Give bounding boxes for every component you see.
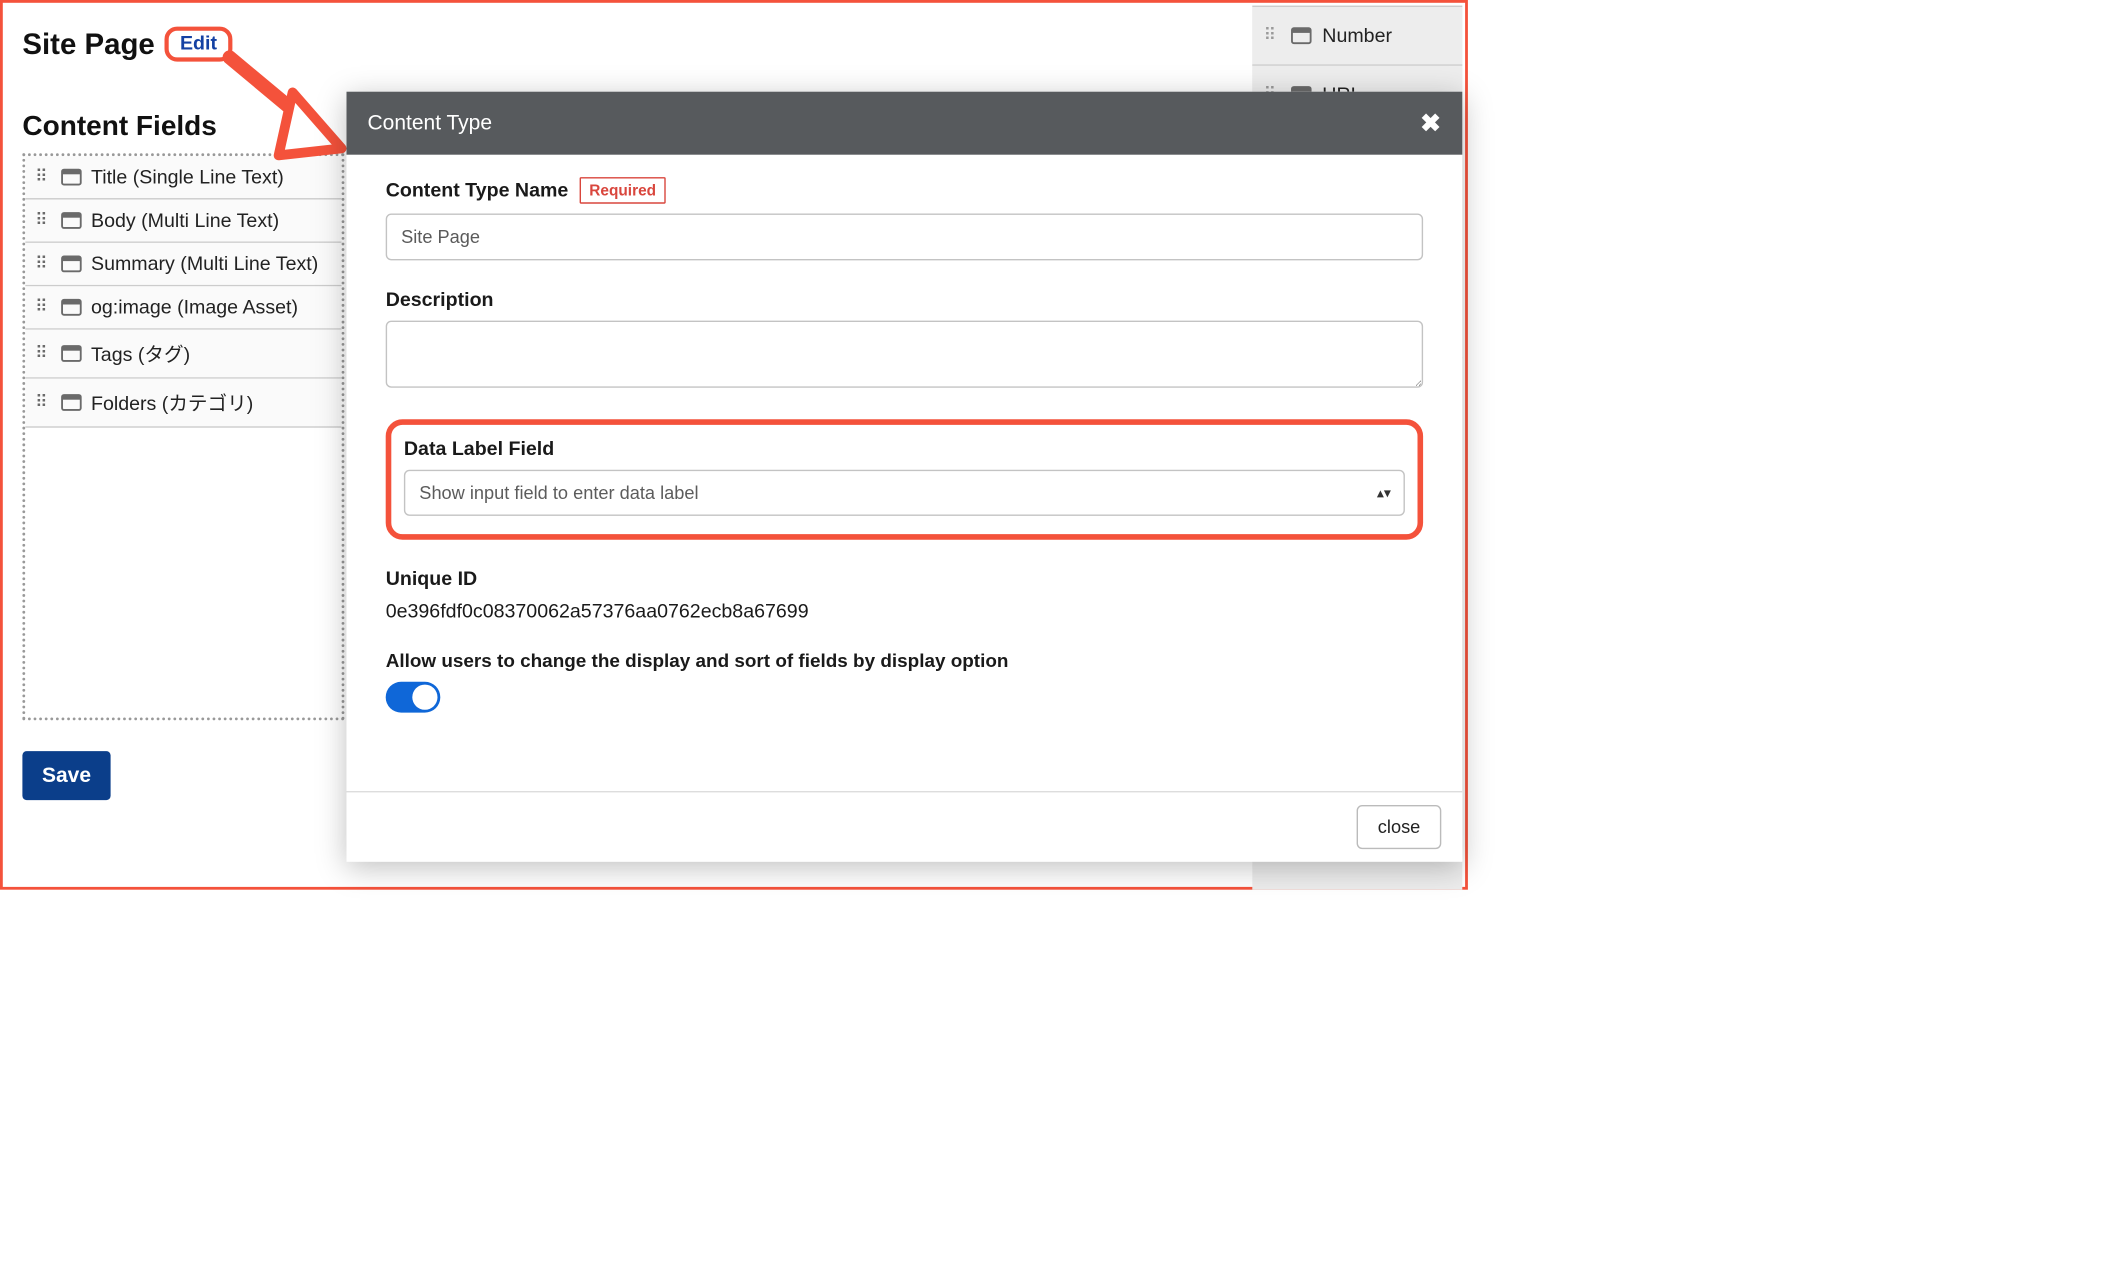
field-label: Folders (カテゴリ) xyxy=(91,389,253,417)
palette-item-label: Number xyxy=(1322,25,1392,47)
field-type-icon xyxy=(60,391,82,413)
field-type-icon xyxy=(60,209,82,231)
page-title: Site Page xyxy=(22,27,154,61)
drag-handle-icon[interactable]: ⠿ xyxy=(32,173,52,181)
required-badge: Required xyxy=(580,177,666,204)
field-row[interactable]: ⠿ Summary (Multi Line Text) xyxy=(25,243,341,286)
toggle-knob xyxy=(412,685,437,710)
field-label: Title (Single Line Text) xyxy=(91,166,284,188)
drag-handle-icon[interactable]: ⠿ xyxy=(32,303,52,311)
data-label-field-label: Data Label Field xyxy=(404,438,554,460)
unique-id-value: 0e396fdf0c08370062a57376aa0762ecb8a67699 xyxy=(386,600,1423,622)
field-label: og:image (Image Asset) xyxy=(91,296,298,318)
data-label-field-group-highlighted: Data Label Field Show input field to ent… xyxy=(386,419,1423,539)
content-type-name-input[interactable] xyxy=(386,214,1423,261)
content-fields-dropzone[interactable]: ⠿ Title (Single Line Text) ⠿ Body (Multi… xyxy=(22,153,344,720)
field-label: Summary (Multi Line Text) xyxy=(91,253,318,275)
drag-handle-icon[interactable]: ⠿ xyxy=(32,398,52,406)
field-row[interactable]: ⠿ Body (Multi Line Text) xyxy=(25,200,341,243)
field-row[interactable]: ⠿ Folders (カテゴリ) xyxy=(25,379,341,428)
content-type-modal: Content Type ✖ Content Type Name Require… xyxy=(347,92,1463,862)
close-button[interactable]: close xyxy=(1357,805,1441,849)
data-label-field-select[interactable]: Show input field to enter data label xyxy=(404,470,1405,516)
field-row[interactable]: ⠿ Tags (タグ) xyxy=(25,330,341,379)
field-label: Body (Multi Line Text) xyxy=(91,209,279,231)
drag-handle-icon[interactable]: ⠿ xyxy=(32,260,52,268)
field-row[interactable]: ⠿ og:image (Image Asset) xyxy=(25,286,341,329)
modal-title: Content Type xyxy=(368,111,493,135)
allow-sort-toggle[interactable] xyxy=(386,682,441,713)
description-label: Description xyxy=(386,288,494,310)
field-type-icon xyxy=(60,296,82,318)
field-type-icon xyxy=(1290,25,1312,47)
content-type-name-label: Content Type Name xyxy=(386,179,569,201)
description-textarea[interactable] xyxy=(386,321,1423,388)
field-type-icon xyxy=(60,253,82,275)
palette-item-number[interactable]: ⠿ Number xyxy=(1252,7,1462,66)
field-label: Tags (タグ) xyxy=(91,340,190,368)
drag-handle-icon[interactable]: ⠿ xyxy=(32,349,52,357)
field-type-icon xyxy=(60,342,82,364)
modal-header: Content Type ✖ xyxy=(347,92,1463,155)
field-type-icon xyxy=(60,166,82,188)
unique-id-label: Unique ID xyxy=(386,568,477,590)
edit-button[interactable]: Edit xyxy=(165,27,233,62)
drag-handle-icon[interactable]: ⠿ xyxy=(1261,32,1281,40)
close-icon[interactable]: ✖ xyxy=(1420,109,1441,138)
save-button[interactable]: Save xyxy=(22,751,110,800)
drag-handle-icon[interactable]: ⠿ xyxy=(32,216,52,224)
field-row[interactable]: ⠿ Title (Single Line Text) xyxy=(25,156,341,199)
allow-sort-label: Allow users to change the display and so… xyxy=(386,650,1423,672)
